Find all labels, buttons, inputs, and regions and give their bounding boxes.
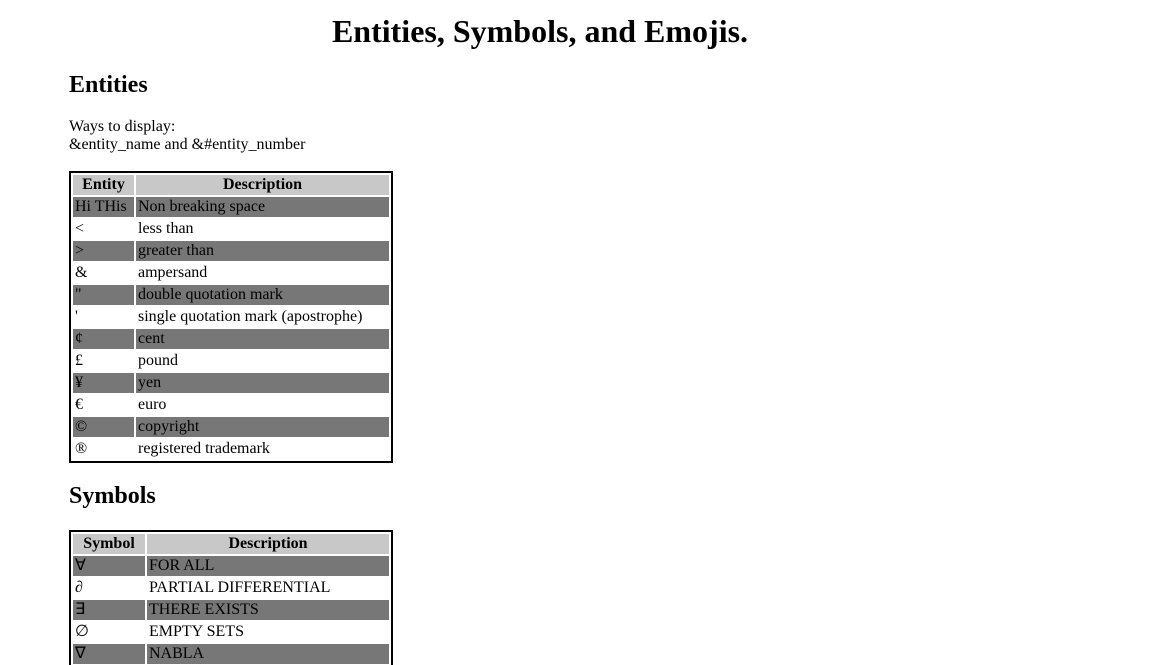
description-cell: cent: [136, 329, 389, 349]
description-cell: THERE EXISTS: [147, 600, 389, 620]
column-header-description: Description: [136, 175, 389, 195]
description-cell: copyright: [136, 417, 389, 437]
entity-cell: >: [73, 241, 134, 261]
table-row: © copyright: [73, 417, 389, 437]
entity-cell: ': [75, 308, 78, 325]
entity-cell: ©: [73, 417, 134, 437]
table-row: ∀ FOR ALL: [73, 556, 389, 576]
table-row: ∇ NABLA: [73, 644, 389, 664]
entity-cell: ": [73, 285, 134, 305]
table-row: " double quotation mark: [73, 285, 389, 305]
table-row: ∃ THERE EXISTS: [73, 600, 389, 620]
entity-cell: €: [75, 396, 83, 413]
table-row: ¥ yen: [73, 373, 389, 393]
column-header-description: Description: [147, 534, 389, 554]
table-row: £ pound: [73, 351, 389, 371]
intro-line-1: Ways to display:: [69, 118, 176, 135]
table-row: ® registered trademark: [73, 439, 389, 459]
description-cell: FOR ALL: [147, 556, 389, 576]
table-row: > greater than: [73, 241, 389, 261]
description-cell: euro: [138, 396, 167, 413]
description-cell: single quotation mark (apostrophe): [138, 308, 363, 325]
page-title: Entities, Symbols, and Emojis.: [331, 13, 749, 49]
description-cell: double quotation mark: [136, 285, 389, 305]
symbol-cell: ∇: [73, 644, 145, 664]
table-header-row: Entity Description: [73, 175, 389, 195]
table-row: ∅ EMPTY SETS: [73, 622, 389, 642]
entity-cell: <: [75, 220, 85, 237]
table-row: & ampersand: [73, 263, 389, 283]
symbol-cell: ∅: [75, 623, 89, 640]
entity-cell: £: [75, 352, 83, 369]
table-row: ¢ cent: [73, 329, 389, 349]
entity-cell: ¥: [73, 373, 134, 393]
entities-table: Entity Description Hi THis Non breaking …: [69, 171, 393, 463]
description-cell: registered trademark: [138, 440, 270, 457]
description-cell: greater than: [136, 241, 389, 261]
description-cell: yen: [136, 373, 389, 393]
description-cell: less than: [138, 220, 194, 237]
description-cell: ampersand: [138, 264, 208, 281]
entity-cell: &: [75, 264, 88, 281]
description-cell: EMPTY SETS: [149, 623, 244, 640]
table-row: Hi THis Non breaking space: [73, 197, 389, 217]
table-row: ' single quotation mark (apostrophe): [73, 307, 389, 327]
symbol-cell: ∀: [73, 556, 145, 576]
entity-cell: ®: [75, 440, 88, 457]
symbols-heading: Symbols: [69, 483, 156, 509]
table-row: < less than: [73, 219, 389, 239]
entity-cell: ¢: [73, 329, 134, 349]
column-header-symbol: Symbol: [73, 534, 145, 554]
description-cell: Non breaking space: [136, 197, 389, 217]
description-cell: pound: [138, 352, 178, 369]
symbol-cell: ∃: [73, 600, 145, 620]
table-row: ∂ PARTIAL DIFFERENTIAL: [73, 578, 389, 598]
symbols-table: Symbol Description ∀ FOR ALL ∂ PARTIAL D…: [69, 530, 393, 665]
description-cell: NABLA: [147, 644, 389, 664]
intro-line-2: &entity_name and &#entity_number: [69, 136, 306, 153]
table-row: € euro: [73, 395, 389, 415]
table-header-row: Symbol Description: [73, 534, 389, 554]
description-cell: PARTIAL DIFFERENTIAL: [149, 579, 331, 596]
entity-cell: Hi THis: [73, 197, 134, 217]
column-header-entity: Entity: [73, 175, 134, 195]
entities-heading: Entities: [69, 72, 148, 98]
symbol-cell: ∂: [75, 579, 83, 596]
entities-intro: Ways to display: &entity_name and &#enti…: [69, 118, 305, 154]
